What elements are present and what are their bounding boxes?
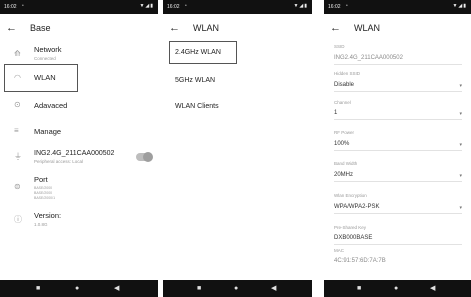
manage-icon: ≡ <box>14 126 19 135</box>
version-value: 1.0.8G <box>34 222 48 227</box>
device-icon: ⏚ <box>14 152 22 161</box>
menu-item-wlan-clients[interactable]: WLAN Clients <box>175 102 219 111</box>
recents-square-icon[interactable]: ■ <box>357 284 361 293</box>
advanced-icon: ⊙ <box>14 100 21 109</box>
ssid-field[interactable]: ING2.4G_211CAA000502 <box>334 55 403 62</box>
menu-item-24ghz-wlan[interactable]: 2.4GHz WLAN <box>175 48 221 57</box>
menu-item-label: Adavaced <box>34 101 68 110</box>
back-triangle-icon[interactable]: ◀ <box>271 284 276 293</box>
dropdown-caret-icon[interactable]: ▾ <box>459 174 462 179</box>
menu-item-label: Version: <box>34 211 62 220</box>
peripheral-access: Peripheral access: Local <box>34 159 84 164</box>
menu-item-label: Port <box>34 175 48 184</box>
field-underline <box>334 244 462 245</box>
status-bar: 16:02 • ▼◢▮ <box>0 0 158 14</box>
mac-label: MAC <box>334 248 344 253</box>
dropdown-caret-icon[interactable]: ▾ <box>459 206 462 211</box>
menu-item-5ghz-wlan[interactable]: 5GHz WLAN <box>175 76 215 85</box>
rf-power-select[interactable]: 100% <box>334 141 349 148</box>
menu-item-advanced[interactable]: ⊙ Adavaced <box>0 96 158 116</box>
notification-dot: • <box>22 3 24 9</box>
notification-dot: • <box>185 3 187 9</box>
app-bar: ← Base <box>0 14 158 44</box>
encryption-select[interactable]: WPA/WPA2-PSK <box>334 204 379 211</box>
field-underline <box>334 150 462 151</box>
home-circle-icon[interactable]: ● <box>234 284 238 293</box>
back-triangle-icon[interactable]: ◀ <box>114 284 119 293</box>
rf-power-label: RF Power <box>334 130 355 135</box>
field-underline <box>334 181 462 182</box>
network-status: Connected <box>34 56 56 61</box>
home-circle-icon[interactable]: ● <box>394 284 398 293</box>
back-arrow-icon[interactable]: ← <box>169 22 180 34</box>
menu-item-port[interactable]: ⊜ Port BASE/2000 BASE/2000 BASE/2000/1 <box>0 172 158 206</box>
status-time: 16:02 <box>328 4 341 10</box>
back-triangle-icon[interactable]: ◀ <box>430 284 435 293</box>
menu-item-wlan[interactable]: ◠ WLAN <box>0 64 158 92</box>
recents-square-icon[interactable]: ■ <box>36 284 40 293</box>
hidden-ssid-label: Hidden SSID <box>334 71 361 76</box>
wifi-icon: ◠ <box>14 73 21 82</box>
status-time: 16:02 <box>167 4 180 10</box>
menu-item-device[interactable]: ⏚ ING2.4G_211CAA000502 Peripheral access… <box>0 146 158 170</box>
navigation-bar: ■ ● ◀ <box>0 280 158 297</box>
system-icons: ▼◢▮ <box>452 3 467 9</box>
phone-screen-wlan-menu: 16:02 • ▼◢▮ ← WLAN 2.4GHz WLAN 5GHz WLAN… <box>163 0 312 297</box>
app-bar: ← WLAN <box>324 14 471 44</box>
mac-value: 4C:91:57:6D:7A:7B <box>334 258 386 264</box>
page-title: WLAN <box>354 23 381 33</box>
field-underline <box>334 213 462 214</box>
device-toggle[interactable] <box>136 152 153 162</box>
status-bar: 16:02 • ▼◢▮ <box>324 0 471 14</box>
system-icons: ▼◢▮ <box>139 3 154 9</box>
channel-select[interactable]: 1 <box>334 110 337 117</box>
psk-field[interactable]: DXB000BASE <box>334 235 372 242</box>
page-title: WLAN <box>193 23 220 33</box>
field-underline <box>334 91 462 92</box>
dropdown-caret-icon[interactable]: ▾ <box>459 84 462 89</box>
app-bar: ← WLAN <box>163 14 312 44</box>
band-width-label: Band Width <box>334 161 358 166</box>
menu-item-label: Network <box>34 45 62 54</box>
phone-screen-wlan-settings: 16:02 • ▼◢▮ ← WLAN SSID ING2.4G_211CAA00… <box>324 0 471 297</box>
ssid-label: SSID <box>334 44 345 49</box>
hidden-ssid-select[interactable]: Disable <box>334 82 354 89</box>
menu-item-manage[interactable]: ≡ Manage <box>0 122 158 142</box>
dropdown-caret-icon[interactable]: ▾ <box>459 112 462 117</box>
system-icons: ▼◢▮ <box>293 3 308 9</box>
band-width-select[interactable]: 20MHz <box>334 172 353 179</box>
back-arrow-icon[interactable]: ← <box>330 22 341 34</box>
back-arrow-icon[interactable]: ← <box>6 22 17 34</box>
phone-screen-base: 16:02 • ▼◢▮ ← Base ⟰ Network Connected ◠… <box>0 0 158 297</box>
page-title: Base <box>30 23 51 33</box>
menu-item-version: ⓘ Version: 1.0.8G <box>0 208 158 232</box>
port-value: BASE/2000/1 <box>34 196 56 200</box>
dropdown-caret-icon[interactable]: ▾ <box>459 143 462 148</box>
recents-square-icon[interactable]: ■ <box>197 284 201 293</box>
navigation-bar: ■ ● ◀ <box>163 280 312 297</box>
device-name: ING2.4G_211CAA000502 <box>34 150 115 157</box>
info-icon: ⓘ <box>14 215 22 224</box>
port-icon: ⊜ <box>14 182 21 191</box>
channel-label: Channel <box>334 100 351 105</box>
notification-dot: • <box>346 3 348 9</box>
psk-label: Pre-Shared Key <box>334 225 367 230</box>
field-underline <box>334 64 462 65</box>
menu-item-label: Manage <box>34 127 62 136</box>
navigation-bar: ■ ● ◀ <box>324 280 471 297</box>
status-time: 16:02 <box>4 4 17 10</box>
network-icon: ⟰ <box>14 49 21 58</box>
encryption-label: Wlan Encryption <box>334 193 367 198</box>
field-underline <box>334 119 462 120</box>
status-bar: 16:02 • ▼◢▮ <box>163 0 312 14</box>
menu-item-label: WLAN <box>34 73 56 82</box>
home-circle-icon[interactable]: ● <box>75 284 79 293</box>
